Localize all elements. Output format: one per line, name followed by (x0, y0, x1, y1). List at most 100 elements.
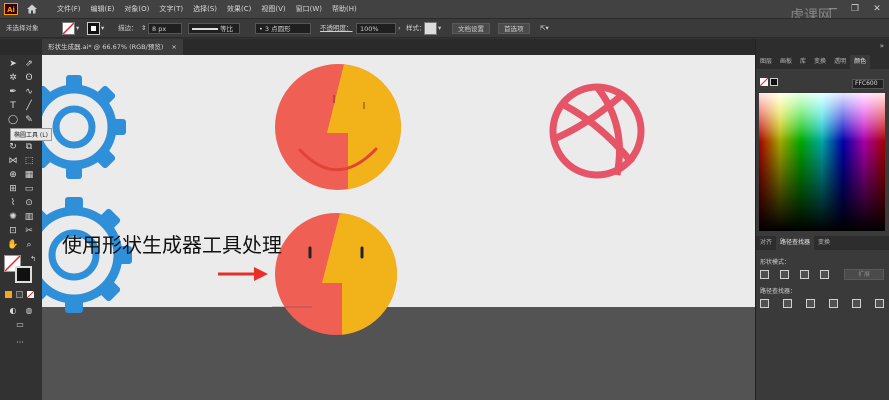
magic-wand-icon[interactable]: ✲ (7, 72, 19, 84)
graphic-style-swatch[interactable] (424, 22, 437, 35)
merge-button[interactable] (806, 299, 815, 308)
stroke-dropdown-icon[interactable]: ▾ (101, 23, 104, 34)
type-tool-icon[interactable]: T (7, 100, 19, 112)
lasso-icon[interactable]: ʘ (23, 72, 35, 84)
unite-button[interactable] (760, 270, 769, 279)
opacity-label[interactable]: 不透明度： (320, 23, 353, 34)
mesh-tool-icon[interactable]: ⊞ (7, 183, 19, 195)
eyedropper-icon[interactable]: ⌇ (7, 197, 19, 209)
gradient-mode-icon[interactable] (16, 291, 23, 298)
selection-tool-icon[interactable]: ➤ (7, 58, 19, 70)
paintbrush-icon[interactable]: ✎ (23, 114, 35, 126)
symbol-sprayer-icon[interactable]: ✺ (7, 211, 19, 223)
opacity-arrow-icon[interactable]: › (398, 23, 401, 34)
tab-align[interactable]: 对齐 (756, 236, 776, 250)
canvas-area[interactable]: 使用形状生成器工具处理 (42, 55, 755, 400)
document-tab[interactable]: 形状生成器.ai* @ 66.67% (RGB/预览) × (42, 39, 183, 55)
smiley-face-top[interactable] (275, 64, 405, 194)
pen-tool-icon[interactable]: ✒ (7, 86, 19, 98)
line-tool-icon[interactable]: ╱ (23, 100, 35, 112)
perspective-grid-icon[interactable]: ▦ (23, 169, 35, 181)
slice-tool-icon[interactable]: ✂ (23, 225, 35, 237)
none-mode-icon[interactable] (26, 290, 35, 299)
color-spectrum[interactable] (759, 93, 885, 231)
menu-effect[interactable]: 效果(C) (222, 0, 256, 18)
shape-builder-icon[interactable]: ⊕ (7, 169, 19, 181)
menu-select[interactable]: 选择(S) (188, 0, 222, 18)
column-graph-icon[interactable]: ▥ (23, 211, 35, 223)
stroke-color-box[interactable] (15, 266, 32, 283)
pathfinder-label: 路径查找器： (760, 288, 797, 295)
selection-status: 未选择对象 (6, 24, 39, 32)
tab-layers[interactable]: 图层 (756, 55, 776, 69)
panel-fill-swatch[interactable] (759, 77, 769, 87)
hand-tool-icon[interactable]: ✋ (7, 239, 19, 251)
basketball-icon[interactable] (549, 83, 645, 179)
gear-icon-top[interactable] (42, 75, 126, 179)
close-tab-icon[interactable]: × (171, 39, 176, 55)
menu-file[interactable]: 文件(F) (52, 0, 86, 18)
minus-back-button[interactable] (875, 299, 884, 308)
color-mode-icon[interactable] (5, 291, 12, 298)
menu-window[interactable]: 窗口(W) (291, 0, 327, 18)
panel-stroke-swatch[interactable] (770, 78, 778, 86)
zoom-tool-icon[interactable]: ⌕ (23, 239, 35, 251)
crop-button[interactable] (829, 299, 838, 308)
menu-edit[interactable]: 编辑(E) (86, 0, 120, 18)
stroke-swatch[interactable] (87, 22, 100, 35)
free-transform-icon[interactable]: ⬚ (23, 155, 35, 167)
direct-selection-tool-icon[interactable]: ⇗ (23, 58, 35, 70)
variable-width-profile[interactable]: 等比 (188, 23, 240, 34)
restore-icon[interactable]: ❐ (849, 4, 861, 14)
smiley-face-bottom[interactable] (272, 213, 400, 338)
close-icon[interactable]: ✕ (871, 4, 883, 14)
brush-definition[interactable]: • 3 点圆形 (255, 23, 311, 34)
preferences-button[interactable]: 首选项 (498, 23, 530, 34)
intersect-button[interactable] (800, 270, 809, 279)
trim-button[interactable] (783, 299, 792, 308)
tab-libraries[interactable]: 库 (796, 55, 810, 69)
artboard-tool-icon[interactable]: ⊡ (7, 225, 19, 237)
fill-swatch[interactable] (62, 22, 75, 35)
stroke-stepper-icon[interactable]: ⇕ (141, 23, 146, 34)
width-tool-icon[interactable]: ⋈ (7, 155, 19, 167)
opacity-input[interactable]: 100% (356, 23, 396, 34)
arrange-icon[interactable]: ⇱▾ (540, 23, 549, 34)
draw-inside-icon[interactable]: ◍ (23, 305, 35, 317)
tab-transform-lower[interactable]: 变换 (814, 236, 834, 250)
ellipse-tool-icon[interactable]: ◯ (7, 114, 19, 126)
rotate-tool-icon[interactable]: ↻ (7, 141, 19, 153)
scale-tool-icon[interactable]: ⧉ (23, 141, 35, 153)
gradient-tool-icon[interactable]: ▭ (23, 183, 35, 195)
menu-object[interactable]: 对象(O) (119, 0, 154, 18)
menu-help[interactable]: 帮助(H) (327, 0, 362, 18)
tab-pathfinder[interactable]: 路径查找器 (776, 236, 815, 250)
tab-color[interactable]: 颜色 (850, 55, 871, 69)
blend-tool-icon[interactable]: ⊙ (23, 197, 35, 209)
screen-mode-icon[interactable]: ▭ (14, 319, 26, 331)
draw-mode-icon[interactable]: ◐ (7, 305, 19, 317)
expand-button[interactable]: 扩展 (844, 269, 884, 280)
menu-type[interactable]: 文字(T) (154, 0, 188, 18)
curvature-tool-icon[interactable]: ∿ (23, 86, 35, 98)
home-icon[interactable] (26, 3, 38, 15)
tab-transparency[interactable]: 透明 (830, 55, 850, 69)
hex-color-input[interactable]: FFC600 (852, 79, 884, 89)
fill-dropdown-icon[interactable]: ▾ (76, 23, 79, 34)
profile-label: 等比 (220, 25, 234, 33)
edit-toolbar-icon[interactable]: ··· (14, 337, 26, 349)
menu-view[interactable]: 视图(V) (256, 0, 290, 18)
shape-modes-label: 形状模式： (760, 259, 791, 266)
style-dropdown-icon[interactable]: ▾ (438, 23, 441, 34)
minus-front-button[interactable] (780, 270, 789, 279)
divide-button[interactable] (760, 299, 769, 308)
stroke-weight-input[interactable]: 8 px (148, 23, 182, 34)
outline-button[interactable] (852, 299, 861, 308)
collapse-panel-icon[interactable]: » (880, 42, 884, 50)
red-arrow-icon (218, 267, 268, 281)
exclude-button[interactable] (820, 270, 829, 279)
document-setup-button[interactable]: 文档设置 (452, 23, 490, 34)
tab-transform[interactable]: 变换 (810, 55, 830, 69)
swap-colors-icon[interactable]: ↰ (27, 253, 39, 265)
tab-artboards[interactable]: 画板 (776, 55, 796, 69)
